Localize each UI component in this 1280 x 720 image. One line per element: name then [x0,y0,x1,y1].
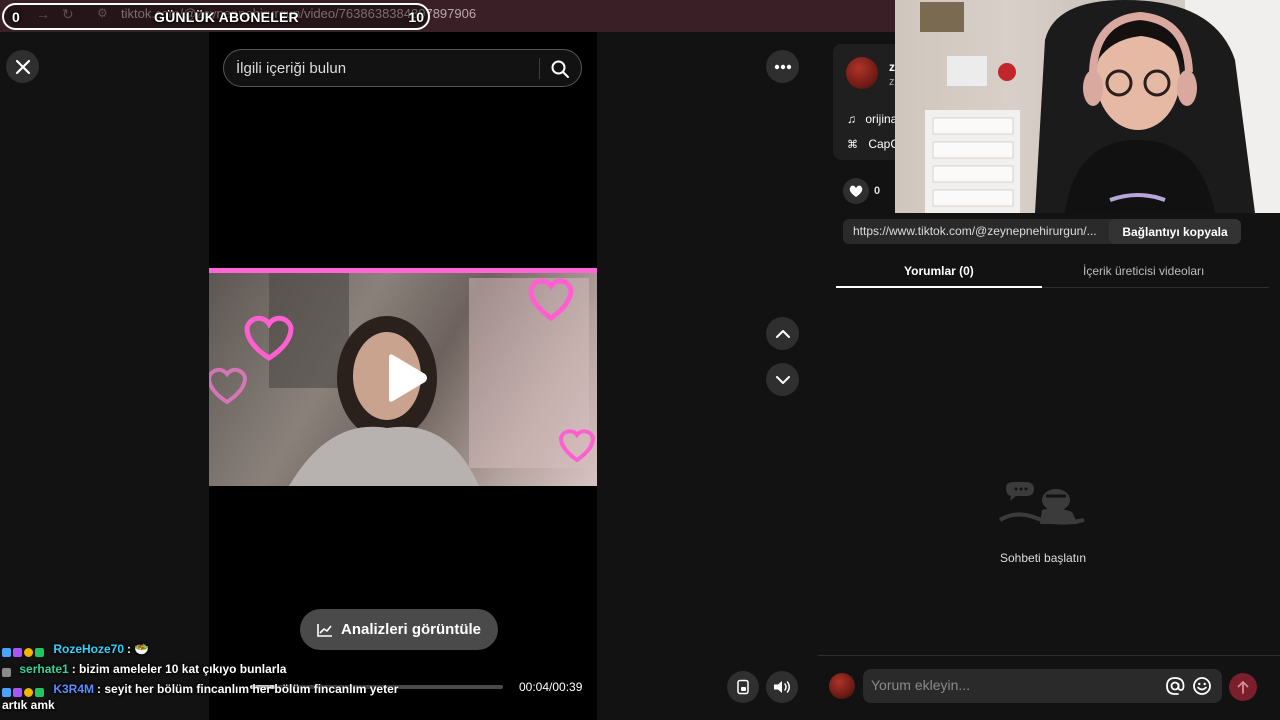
user-avatar [829,673,855,699]
goal-target: 10 [408,9,424,25]
goal-current: 0 [12,9,20,25]
author-subtitle: z [889,76,895,88]
chat-badges [2,665,16,677]
floating-player-button[interactable] [727,671,759,703]
chat-message: K3R4M: seyit her bölüm fincanlım her böl… [2,681,422,713]
search-icon[interactable] [550,59,570,79]
arrow-up-icon [1237,681,1249,694]
volume-button[interactable] [766,671,798,703]
view-analytics-label: Analizleri görüntüle [340,621,481,638]
chat-badges [2,645,50,657]
volume-icon [774,681,790,693]
close-button[interactable] [6,50,39,83]
copy-link-button[interactable]: Bağlantıyı kopyala [1109,219,1241,244]
author-avatar[interactable] [846,57,878,89]
chat-badges [2,685,50,697]
floating-player-icon [737,679,749,695]
heart-icon [849,185,863,197]
comment-tabs: Yorumlar (0) İçerik üreticisi videoları [836,255,1269,288]
chat-username: RozeHoze70 [53,642,125,656]
stream-chat-overlay: RozeHoze70: 🥗 serhate1: bizim ameleler 1… [2,641,422,717]
mention-icon[interactable] [1165,676,1185,696]
comment-input[interactable] [871,677,1151,693]
analytics-chart-icon [317,623,332,637]
chat-message: RozeHoze70: 🥗 [2,641,422,657]
capcut-row[interactable]: ⌘ CapC [847,137,899,151]
search-input[interactable] [236,58,536,78]
active-tab-indicator [836,286,1042,288]
music-row[interactable]: ♫ orijina [847,112,897,126]
chat-text: : bizim ameleler 10 kat çıkıyo bunlarla [71,662,287,676]
like-count: 0 [874,185,881,197]
share-link-text[interactable]: https://www.tiktok.com/@zeynepnehirurgun… [853,224,1105,238]
close-icon [15,59,30,74]
chat-text: : 🥗 [127,642,150,656]
tab-creator-videos[interactable]: İçerik üreticisi videoları [1083,264,1204,278]
goal-label: GÜNLÜK ABONELER [154,9,299,25]
share-link-box: https://www.tiktok.com/@zeynepnehirurgun… [843,219,1241,244]
comment-box [863,669,1222,703]
chevron-up-icon [775,329,790,338]
like-button[interactable] [843,178,869,204]
subscriber-goal-overlay: 0 GÜNLÜK ABONELER 10 [2,3,430,30]
capcut-icon: ⌘ [847,139,858,151]
chat-username: serhate1 [19,662,69,676]
empty-comments-illustration-icon [998,482,1085,525]
previous-video-button[interactable] [766,317,799,350]
chat-username: K3R4M [53,682,95,696]
more-options-button[interactable] [766,50,799,83]
next-video-button[interactable] [766,363,799,396]
more-icon [774,64,791,69]
empty-comments-text: Sohbeti başlatın [1000,551,1087,565]
webcam-overlay [895,0,1280,213]
chevron-down-icon [775,375,790,384]
search-box [223,49,582,87]
play-icon[interactable] [383,353,429,403]
webcam-image [920,0,1280,213]
video-time: 00:04/00:39 [519,680,583,694]
music-text: orijina [865,112,898,126]
emoji-icon[interactable] [1192,676,1212,696]
tab-comments[interactable]: Yorumlar (0) [904,264,974,278]
send-comment-button[interactable] [1229,673,1257,701]
search-divider [539,58,540,79]
music-note-icon: ♫ [847,112,856,126]
chat-message: serhate1: bizim ameleler 10 kat çıkıyo b… [2,661,422,677]
